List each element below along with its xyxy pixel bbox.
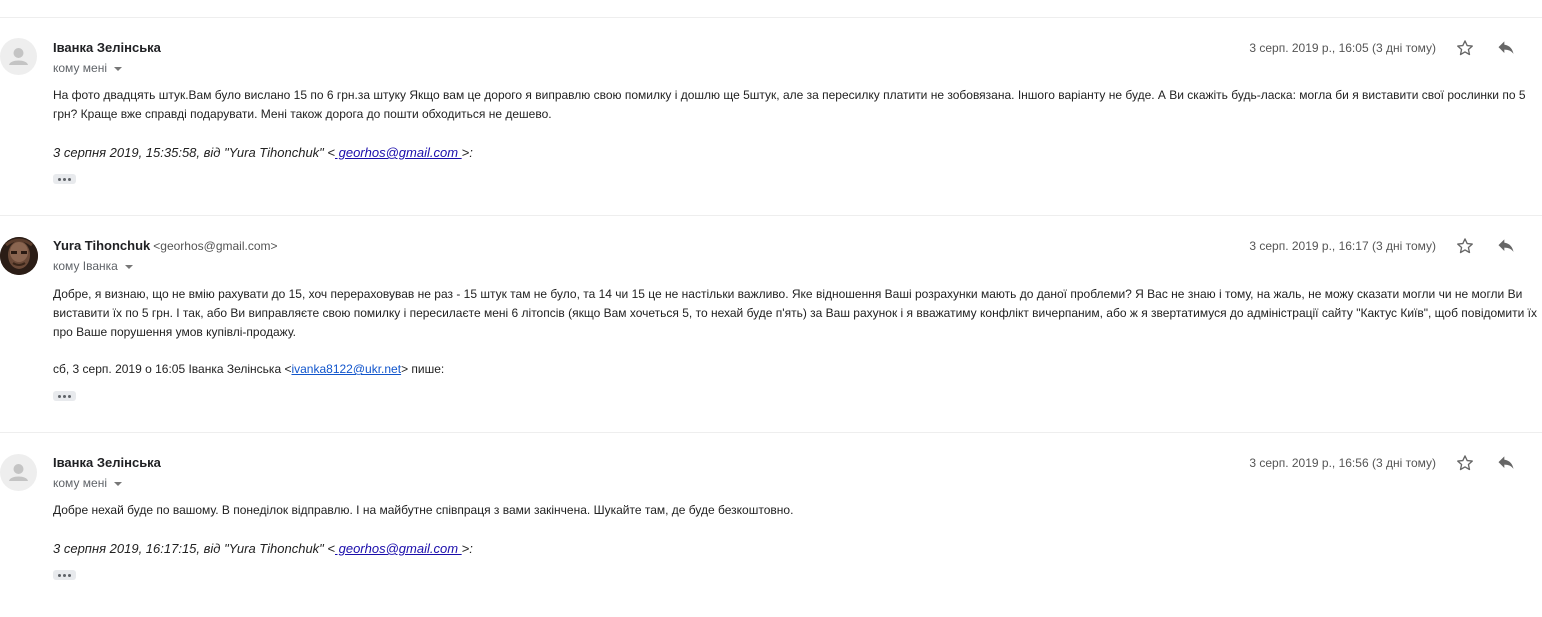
show-trimmed-button[interactable] (53, 391, 76, 401)
chevron-down-icon (124, 264, 133, 269)
profile-photo-icon (0, 237, 38, 275)
reply-icon[interactable] (1496, 38, 1516, 58)
sender-name: Іванка Зелінська (53, 455, 161, 470)
quote-suffix: > пише: (401, 362, 445, 376)
star-icon[interactable] (1455, 38, 1475, 58)
message-divider (0, 215, 1542, 216)
recipient-toggle[interactable]: кому мені (53, 61, 122, 75)
dot (68, 177, 71, 181)
sender-name: Yura Tihonchuk (53, 238, 151, 253)
message-date: 3 серп. 2019 р., 16:05 (3 дні тому) (1249, 41, 1436, 55)
show-trimmed-button[interactable] (53, 570, 76, 580)
show-trimmed-button[interactable] (53, 174, 76, 184)
more-dots-icon (58, 177, 61, 181)
recipient-label: кому мені (53, 476, 107, 490)
quote-prefix: 3 серпня 2019, 16:17:15, від "Yura Tihon… (53, 541, 335, 556)
avatar[interactable] (0, 38, 37, 75)
dot (63, 394, 66, 398)
quote-prefix: 3 серпня 2019, 15:35:58, від "Yura Tihon… (53, 145, 335, 160)
avatar[interactable] (0, 237, 38, 275)
recipient-toggle[interactable]: кому Іванка (53, 259, 133, 273)
more-dots-icon (58, 573, 61, 577)
sender-name: Іванка Зелінська (53, 40, 161, 55)
message-divider (0, 432, 1542, 433)
quote-header: 3 серпня 2019, 16:17:15, від "Yura Tihon… (53, 541, 473, 556)
sender[interactable]: Іванка Зелінська (53, 455, 161, 470)
message-date: 3 серп. 2019 р., 16:56 (3 дні тому) (1249, 456, 1436, 470)
sender-email: <georhos@gmail.com> (153, 239, 278, 253)
star-icon[interactable] (1455, 236, 1475, 256)
dot (68, 394, 71, 398)
more-dots-icon (58, 394, 61, 398)
email-link[interactable]: georhos@gmail.com (335, 145, 462, 160)
quote-suffix: >: (461, 541, 473, 556)
dot (63, 573, 66, 577)
reply-icon[interactable] (1496, 236, 1516, 256)
recipient-label: кому Іванка (53, 259, 118, 273)
quote-prefix: сб, 3 серп. 2019 о 16:05 Іванка Зелінськ… (53, 362, 292, 376)
quote-header: 3 серпня 2019, 15:35:58, від "Yura Tihon… (53, 145, 473, 160)
reply-icon[interactable] (1496, 453, 1516, 473)
message-body: Добре, я визнаю, що не вмію рахувати до … (53, 287, 1537, 339)
dot (63, 177, 66, 181)
avatar[interactable] (0, 454, 37, 491)
message-body: На фото двадцять штук.Вам було вислано 1… (53, 88, 1526, 121)
quote-suffix: >: (461, 145, 473, 160)
recipient-toggle[interactable]: кому мені (53, 476, 122, 490)
chevron-down-icon (114, 66, 122, 71)
sender[interactable]: Іванка Зелінська (53, 40, 161, 55)
recipient-label: кому мені (53, 61, 107, 75)
chevron-down-icon (114, 481, 122, 486)
message-date: 3 серп. 2019 р., 16:17 (3 дні тому) (1249, 239, 1436, 253)
dot (68, 573, 71, 577)
person-icon (9, 48, 28, 65)
star-icon[interactable] (1455, 453, 1475, 473)
email-link[interactable]: georhos@gmail.com (335, 541, 462, 556)
message-body: Добре нехай буде по вашому. В понеділок … (53, 503, 794, 517)
quote-header: сб, 3 серп. 2019 о 16:05 Іванка Зелінськ… (53, 362, 444, 376)
sender[interactable]: Yura Tihonchuk <georhos@gmail.com> (53, 238, 278, 253)
person-icon (9, 464, 28, 481)
top-divider (0, 17, 1542, 18)
email-link[interactable]: ivanka8122@ukr.net (291, 362, 401, 376)
